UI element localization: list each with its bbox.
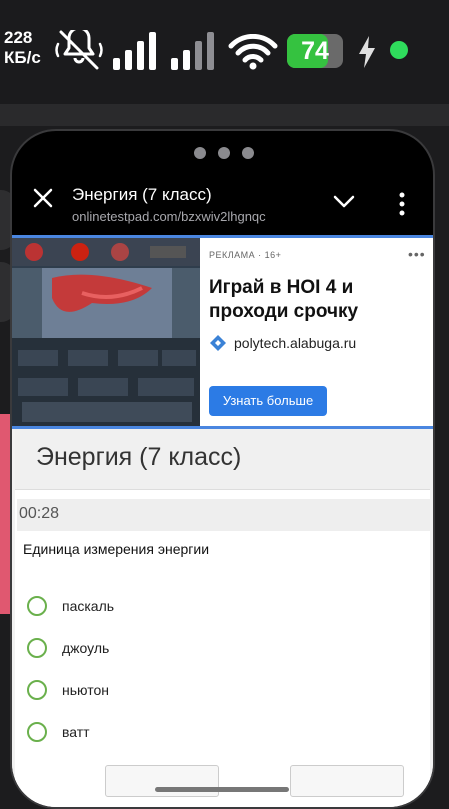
- ad-label: РЕКЛАМА · 16+: [209, 250, 282, 260]
- page-url: onlinetestpad.com/bzxwiv2lhgnqc: [72, 209, 266, 224]
- battery-icon: 74: [287, 34, 343, 68]
- close-icon[interactable]: [30, 185, 56, 211]
- nav-button[interactable]: [105, 765, 219, 797]
- speed-value: 228: [4, 28, 33, 47]
- radio-button[interactable]: [27, 638, 47, 658]
- option-label[interactable]: ньютон: [62, 682, 109, 698]
- ad-headline[interactable]: Играй в HOI 4 и проходи срочку: [209, 276, 424, 324]
- timer: 00:28: [19, 505, 60, 522]
- status-dot-icon: [390, 41, 408, 59]
- test-page: Энергия (7 класс) 00:28 Единица измерени…: [12, 429, 433, 807]
- answer-option[interactable]: паскаль: [27, 595, 327, 621]
- charging-icon: [359, 36, 375, 68]
- browser-window: Энергия (7 класс) onlinetestpad.com/bzxw…: [10, 129, 435, 809]
- network-speed: 228 КБ/с: [4, 28, 41, 68]
- test-header: Энергия (7 класс): [15, 429, 430, 490]
- custom-tab-toolbar: Энергия (7 класс) onlinetestpad.com/bzxw…: [12, 171, 433, 233]
- nav-button[interactable]: [290, 765, 404, 797]
- signal-icon: [113, 32, 156, 70]
- option-label[interactable]: джоуль: [62, 640, 109, 656]
- more-vert-icon[interactable]: [397, 191, 407, 217]
- ad-cta-button[interactable]: Узнать больше: [209, 386, 327, 416]
- background-strip: [0, 104, 449, 126]
- chevron-down-icon[interactable]: [332, 193, 356, 211]
- answer-option[interactable]: ньютон: [27, 679, 327, 705]
- ad-options-icon[interactable]: •••: [408, 246, 426, 262]
- page-title: Энергия (7 класс): [72, 185, 212, 204]
- test-title: Энергия (7 класс): [36, 443, 242, 471]
- answer-option[interactable]: ватт: [27, 721, 327, 747]
- radio-button[interactable]: [27, 680, 47, 700]
- signal-icon: [171, 32, 214, 70]
- status-bar: 228 КБ/с 74: [0, 0, 449, 104]
- wifi-icon: [228, 34, 278, 70]
- ad-domain[interactable]: polytech.alabuga.ru: [234, 335, 356, 351]
- option-label[interactable]: паскаль: [62, 598, 114, 614]
- radio-button[interactable]: [27, 596, 47, 616]
- handle-dot: [242, 147, 254, 159]
- handle-dot: [218, 147, 230, 159]
- ad-banner[interactable]: РЕКЛАМА · 16+ ••• Играй в HOI 4 и проход…: [12, 235, 433, 429]
- option-label[interactable]: ватт: [62, 724, 90, 740]
- window-handle[interactable]: [194, 147, 254, 159]
- timer-bar: 00:28: [17, 499, 430, 531]
- gesture-bar[interactable]: [155, 787, 289, 792]
- speed-unit: КБ/с: [4, 48, 41, 67]
- mute-vibrate-icon: [55, 30, 103, 70]
- answer-option[interactable]: джоуль: [27, 637, 327, 663]
- ad-image[interactable]: [12, 238, 200, 426]
- radio-button[interactable]: [27, 722, 47, 742]
- test-container: Энергия (7 класс) 00:28 Единица измерени…: [15, 429, 430, 807]
- web-content: РЕКЛАМА · 16+ ••• Играй в HOI 4 и проход…: [12, 235, 433, 807]
- question-text: Единица измерения энергии: [23, 541, 210, 557]
- domain-logo-icon: [210, 335, 226, 351]
- battery-level: 74: [301, 37, 329, 65]
- handle-dot: [194, 147, 206, 159]
